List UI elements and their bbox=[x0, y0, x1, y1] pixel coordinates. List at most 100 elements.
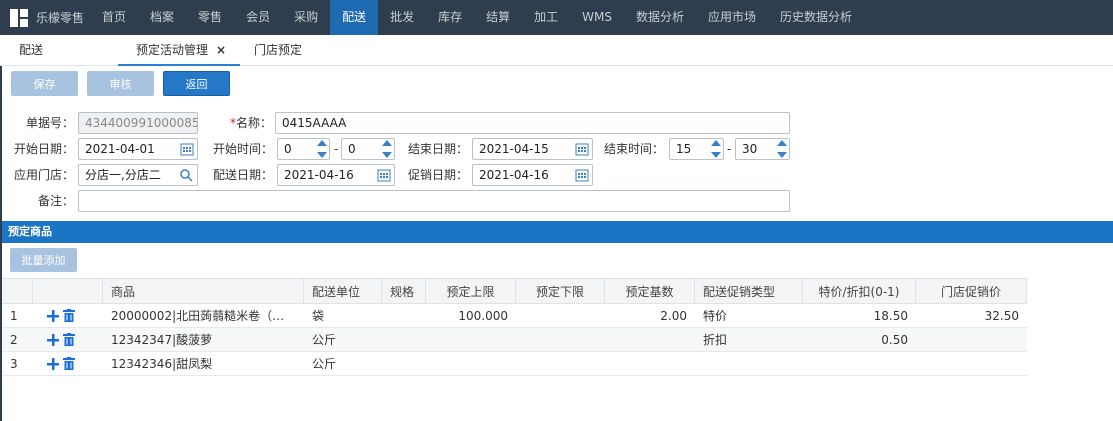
delivery-date-field[interactable]: 2021-04-16 bbox=[277, 164, 395, 186]
nav-item-retail[interactable]: 零售 bbox=[186, 0, 234, 35]
name-field[interactable]: 0415AAAA bbox=[275, 112, 790, 134]
spinner-icon[interactable] bbox=[777, 140, 787, 158]
nav-item-settlement[interactable]: 结算 bbox=[474, 0, 522, 35]
header-unit: 配送单位 bbox=[304, 279, 382, 303]
nav-item-inventory[interactable]: 库存 bbox=[426, 0, 474, 35]
table-row[interactable]: 3 12342346|甜凤梨 公斤 bbox=[2, 352, 1027, 376]
save-button[interactable]: 保存 bbox=[11, 71, 78, 96]
section-title: 预定商品 bbox=[2, 221, 1113, 243]
page-tabs: 配送 预定活动管理 × 门店预定 bbox=[0, 35, 1113, 66]
store-price-cell[interactable] bbox=[916, 352, 1027, 375]
batch-add-button[interactable]: 批量添加 bbox=[10, 248, 77, 272]
start-minute-value: 0 bbox=[348, 142, 356, 156]
upper-cell[interactable] bbox=[426, 328, 516, 351]
delivery-date-value: 2021-04-16 bbox=[284, 168, 354, 182]
promo-date-field[interactable]: 2021-04-16 bbox=[472, 164, 593, 186]
upper-cell[interactable]: 100.000 bbox=[426, 304, 516, 327]
header-spec: 规格 bbox=[382, 279, 426, 303]
tab-delivery[interactable]: 配送 bbox=[19, 35, 43, 66]
close-icon[interactable]: × bbox=[216, 43, 226, 57]
row-index: 2 bbox=[10, 333, 18, 347]
header-lower: 预定下限 bbox=[516, 279, 605, 303]
price-cell[interactable]: 0.50 bbox=[803, 328, 916, 351]
table-row[interactable]: 2 12342347|酸菠萝 公斤 折扣 0.50 bbox=[2, 328, 1027, 352]
store-price-cell[interactable] bbox=[916, 328, 1027, 351]
app-logo bbox=[4, 0, 34, 35]
spinner-icon[interactable] bbox=[711, 140, 721, 158]
end-date-field[interactable]: 2021-04-15 bbox=[472, 138, 593, 160]
nav-item-home[interactable]: 首页 bbox=[90, 0, 138, 35]
spinner-icon[interactable] bbox=[317, 140, 327, 158]
grid-icon bbox=[10, 8, 28, 27]
calendar-icon[interactable] bbox=[575, 142, 589, 156]
base-cell[interactable] bbox=[605, 352, 695, 375]
spec-cell bbox=[382, 304, 426, 327]
nav-item-delivery[interactable]: 配送 bbox=[330, 0, 379, 35]
nav-item-wms[interactable]: WMS bbox=[570, 0, 624, 35]
name-label: *名称： bbox=[220, 112, 272, 134]
plus-icon[interactable] bbox=[47, 358, 59, 370]
header-actions bbox=[33, 279, 103, 303]
doc-no-field: 434400991000085 bbox=[78, 112, 198, 134]
unit-cell: 公斤 bbox=[312, 357, 337, 371]
store-field[interactable]: 分店一,分店二 bbox=[78, 164, 198, 186]
calendar-icon[interactable] bbox=[180, 142, 194, 156]
trash-icon[interactable] bbox=[63, 333, 75, 346]
start-date-value: 2021-04-01 bbox=[85, 142, 155, 156]
audit-button[interactable]: 审核 bbox=[87, 71, 154, 96]
plus-icon[interactable] bbox=[47, 334, 59, 346]
table-header: 商品 配送单位 规格 预定上限 预定下限 预定基数 配送促销类型 特价/折扣(0… bbox=[2, 278, 1027, 304]
nav-item-member[interactable]: 会员 bbox=[234, 0, 282, 35]
name-label-text: 名称： bbox=[235, 116, 272, 130]
start-date-label: 开始日期： bbox=[13, 142, 74, 156]
trash-icon[interactable] bbox=[63, 309, 75, 322]
end-minute-stepper[interactable]: 30 bbox=[735, 138, 790, 160]
lower-cell[interactable] bbox=[516, 328, 605, 351]
nav-item-app-market[interactable]: 应用市场 bbox=[696, 0, 768, 35]
base-cell[interactable] bbox=[605, 328, 695, 351]
price-cell[interactable] bbox=[803, 352, 916, 375]
table-row[interactable]: 1 20000002|北田蒟蒻糙米卷（蛋黄… 袋 100.000 2.00 特价… bbox=[2, 304, 1027, 328]
nav-item-archive[interactable]: 档案 bbox=[138, 0, 186, 35]
store-price-cell[interactable]: 32.50 bbox=[916, 304, 1027, 327]
remark-field[interactable] bbox=[78, 190, 790, 212]
start-hour-stepper[interactable]: 0 bbox=[277, 138, 330, 160]
calendar-icon[interactable] bbox=[377, 168, 391, 182]
lower-cell[interactable] bbox=[516, 352, 605, 375]
nav-item-purchase[interactable]: 采购 bbox=[282, 0, 330, 35]
product-table: 商品 配送单位 规格 预定上限 预定下限 预定基数 配送促销类型 特价/折扣(0… bbox=[2, 278, 1027, 376]
plus-icon[interactable] bbox=[47, 310, 59, 322]
end-time-label: 结束时间： bbox=[603, 142, 664, 156]
promo-type-cell[interactable]: 特价 bbox=[695, 304, 803, 327]
nav-item-processing[interactable]: 加工 bbox=[522, 0, 570, 35]
row-index: 3 bbox=[10, 357, 18, 371]
end-hour-stepper[interactable]: 15 bbox=[669, 138, 724, 160]
nav-item-history-analysis[interactable]: 历史数据分析 bbox=[768, 0, 864, 35]
doc-no-label: 单据号： bbox=[25, 116, 74, 130]
start-time-label: 开始时间： bbox=[212, 142, 273, 156]
promo-type-cell[interactable] bbox=[695, 352, 803, 375]
start-minute-stepper[interactable]: 0 bbox=[341, 138, 395, 160]
base-cell[interactable]: 2.00 bbox=[605, 304, 695, 327]
tab-label: 预定活动管理 bbox=[136, 43, 209, 57]
upper-cell[interactable] bbox=[426, 352, 516, 375]
header-promo-type: 配送促销类型 bbox=[695, 279, 803, 303]
lower-cell[interactable] bbox=[516, 304, 605, 327]
back-button[interactable]: 返回 bbox=[163, 71, 230, 96]
price-cell[interactable]: 18.50 bbox=[803, 304, 916, 327]
promo-type-cell[interactable]: 折扣 bbox=[695, 328, 803, 351]
brand-name: 乐檬零售 bbox=[36, 11, 85, 25]
start-hour-value: 0 bbox=[284, 142, 292, 156]
nav-item-data-analysis[interactable]: 数据分析 bbox=[624, 0, 696, 35]
remark-label: 备注： bbox=[37, 194, 74, 208]
tab-store-reservation[interactable]: 门店预定 bbox=[254, 35, 302, 66]
spinner-icon[interactable] bbox=[382, 140, 392, 158]
start-date-field[interactable]: 2021-04-01 bbox=[78, 138, 198, 160]
calendar-icon[interactable] bbox=[575, 168, 589, 182]
store-value: 分店一,分店二 bbox=[85, 168, 161, 182]
tab-reservation-activity[interactable]: 预定活动管理 × bbox=[118, 35, 240, 66]
trash-icon[interactable] bbox=[63, 357, 75, 370]
search-icon[interactable] bbox=[179, 168, 193, 182]
header-base: 预定基数 bbox=[605, 279, 695, 303]
nav-item-wholesale[interactable]: 批发 bbox=[378, 0, 426, 35]
